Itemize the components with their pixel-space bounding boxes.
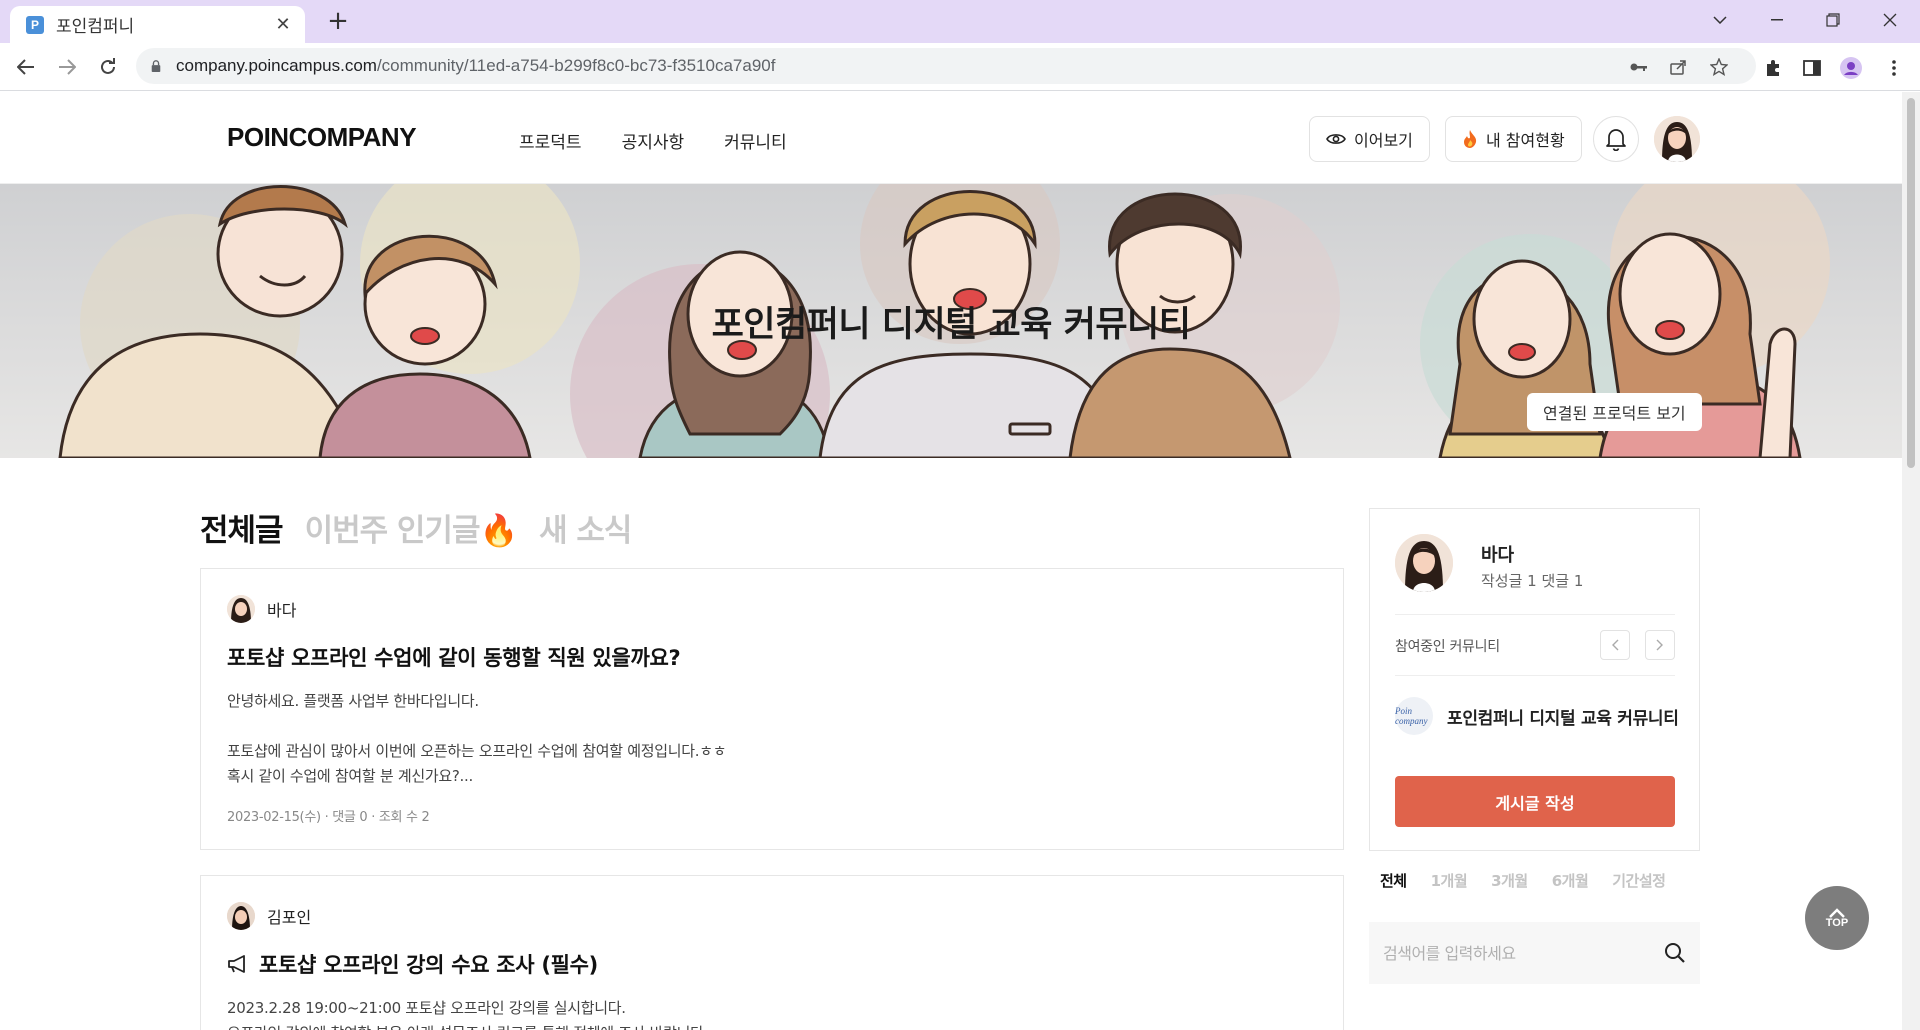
period-6-months[interactable]: 6개월 [1552, 870, 1589, 891]
next-community-button[interactable] [1645, 630, 1675, 660]
divider [1395, 614, 1675, 615]
browser-tabbar: P 포인컴퍼니 ✕ + [0, 0, 1920, 43]
reload-icon[interactable] [92, 51, 124, 83]
scrollbar-thumb[interactable] [1907, 98, 1915, 468]
site-header: POINCOMPANY 프로덕트 공지사항 커뮤니티 이어보기 내 참여현황 [0, 92, 1902, 184]
close-tab-icon[interactable]: ✕ [273, 14, 293, 35]
side-panel-icon[interactable] [1800, 56, 1824, 80]
megaphone-icon [228, 955, 245, 973]
post-card[interactable]: 바다 포토샵 오프라인 수업에 같이 동행할 직원 있을까요? 안녕하세요. 플… [200, 568, 1344, 850]
write-post-button[interactable]: 게시글 작성 [1395, 776, 1675, 827]
continue-watching-label: 이어보기 [1354, 131, 1413, 150]
extensions-icon[interactable] [1761, 56, 1785, 80]
profile-icon[interactable] [1839, 56, 1863, 80]
post-title[interactable]: 포토샵 오프라인 강의 수요 조사 (필수) [227, 949, 598, 979]
tab-search-icon[interactable] [1695, 0, 1745, 40]
author-name[interactable]: 바다 [267, 597, 296, 621]
chevron-left-icon [1612, 639, 1619, 651]
post-author: 김포인 [227, 902, 311, 930]
period-custom[interactable]: 기간설정 [1612, 870, 1666, 891]
divider [1395, 675, 1675, 676]
site-logo[interactable]: POINCOMPANY [227, 122, 417, 153]
community-banner: 포인컴퍼니 디지털 교육 커뮤니티 연결된 프로덕트 보기 [0, 184, 1902, 458]
url-path: /community/11ed-a754-b299f8c0-bc73-f3510… [376, 56, 776, 75]
nav-item-community[interactable]: 커뮤니티 [724, 128, 787, 153]
period-filter: 전체 1개월 3개월 6개월 기간설정 [1380, 870, 1666, 891]
linked-product-button[interactable]: 연결된 프로덕트 보기 [1527, 393, 1702, 431]
community-name: 포인컴퍼니 디지털 교육 커뮤니티 [1447, 708, 1679, 729]
community-item[interactable]: Poin company 포인컴퍼니 디지털 교육 커뮤니티 [1395, 697, 1679, 735]
chevron-right-icon [1656, 639, 1663, 651]
main-nav: 프로덕트 공지사항 커뮤니티 [519, 128, 787, 153]
tab-all-posts[interactable]: 전체글 [200, 505, 284, 550]
period-1-month[interactable]: 1개월 [1431, 870, 1468, 891]
favicon-icon: P [26, 15, 44, 34]
post-meta: 2023-02-15(수) · 댓글 0 · 조회 수 2 [227, 810, 430, 825]
my-participation-label: 내 참여현황 [1486, 131, 1565, 150]
post-title-text: 포토샵 오프라인 강의 수요 조사 (필수) [259, 953, 598, 977]
search-input[interactable] [1383, 943, 1664, 963]
profile-name: 바다 [1481, 545, 1515, 566]
search-box [1369, 922, 1700, 984]
share-icon[interactable] [1668, 56, 1690, 78]
post-title[interactable]: 포토샵 오프라인 수업에 같이 동행할 직원 있을까요? [227, 642, 681, 672]
user-avatar[interactable] [1654, 116, 1700, 162]
post-body: 안녕하세요. 플랫폼 사업부 한바다입니다. 포토샵에 관심이 많아서 이번에 … [227, 692, 727, 785]
tab-title: 포인컴퍼니 [56, 17, 135, 37]
scroll-top-button[interactable]: TOP [1805, 886, 1869, 950]
minimize-icon[interactable] [1752, 0, 1802, 40]
author-avatar [227, 902, 255, 930]
tab-news[interactable]: 새 소식 [539, 505, 632, 550]
eye-icon [1326, 134, 1346, 144]
author-name[interactable]: 김포인 [267, 904, 311, 928]
community-logo: Poin company [1395, 697, 1433, 735]
scroll-top-label: TOP [1825, 917, 1849, 929]
browser-tab[interactable]: P 포인컴퍼니 ✕ [10, 6, 305, 43]
profile-stats: 작성글 1 댓글 1 [1481, 572, 1584, 590]
post-author: 바다 [227, 595, 296, 623]
new-tab-icon[interactable]: + [324, 6, 352, 36]
back-icon[interactable] [10, 51, 42, 83]
search-icon[interactable] [1664, 942, 1686, 964]
address-bar: company.poincampus.com/community/11ed-a7… [0, 43, 1920, 91]
feed-tabs: 전체글 이번주 인기글🔥 새 소식 [200, 505, 653, 550]
page-scrollbar[interactable] [1902, 92, 1920, 1030]
password-key-icon[interactable] [1628, 56, 1650, 78]
my-participation-button[interactable]: 내 참여현황 [1445, 116, 1582, 162]
period-3-months[interactable]: 3개월 [1491, 870, 1528, 891]
author-avatar [227, 595, 255, 623]
profile-card: 바다 작성글 1 댓글 1 참여중인 커뮤니티 Poin company 포인컴… [1369, 508, 1700, 851]
notification-bell-icon[interactable] [1593, 116, 1639, 162]
menu-kebab-icon[interactable] [1882, 56, 1906, 80]
fire-icon [1464, 130, 1477, 148]
profile-avatar[interactable] [1395, 534, 1453, 592]
url-host: company.poincampus.com [176, 56, 377, 75]
restore-icon[interactable] [1808, 0, 1858, 40]
continue-watching-button[interactable]: 이어보기 [1309, 116, 1430, 162]
banner-title: 포인컴퍼니 디지털 교육 커뮤니티 [711, 305, 1191, 345]
url-field[interactable]: company.poincampus.com/community/11ed-a7… [136, 48, 1756, 84]
tab-popular-posts[interactable]: 이번주 인기글🔥 [305, 505, 519, 550]
post-body: 2023.2.28 19:00~21:00 포토샵 오프라인 강의를 실시합니다… [227, 999, 708, 1030]
prev-community-button[interactable] [1600, 630, 1630, 660]
close-window-icon[interactable] [1865, 0, 1915, 40]
forward-icon[interactable] [51, 51, 83, 83]
joined-communities-label: 참여중인 커뮤니티 [1395, 639, 1500, 655]
nav-item-product[interactable]: 프로덕트 [519, 128, 582, 153]
post-card[interactable]: 김포인 포토샵 오프라인 강의 수요 조사 (필수) 2023.2.28 19:… [200, 875, 1344, 1030]
nav-item-notice[interactable]: 공지사항 [622, 128, 685, 153]
lock-icon [151, 60, 161, 72]
bookmark-star-icon[interactable] [1708, 56, 1730, 78]
post-title-text: 포토샵 오프라인 수업에 같이 동행할 직원 있을까요? [227, 646, 681, 670]
period-all[interactable]: 전체 [1380, 870, 1407, 891]
